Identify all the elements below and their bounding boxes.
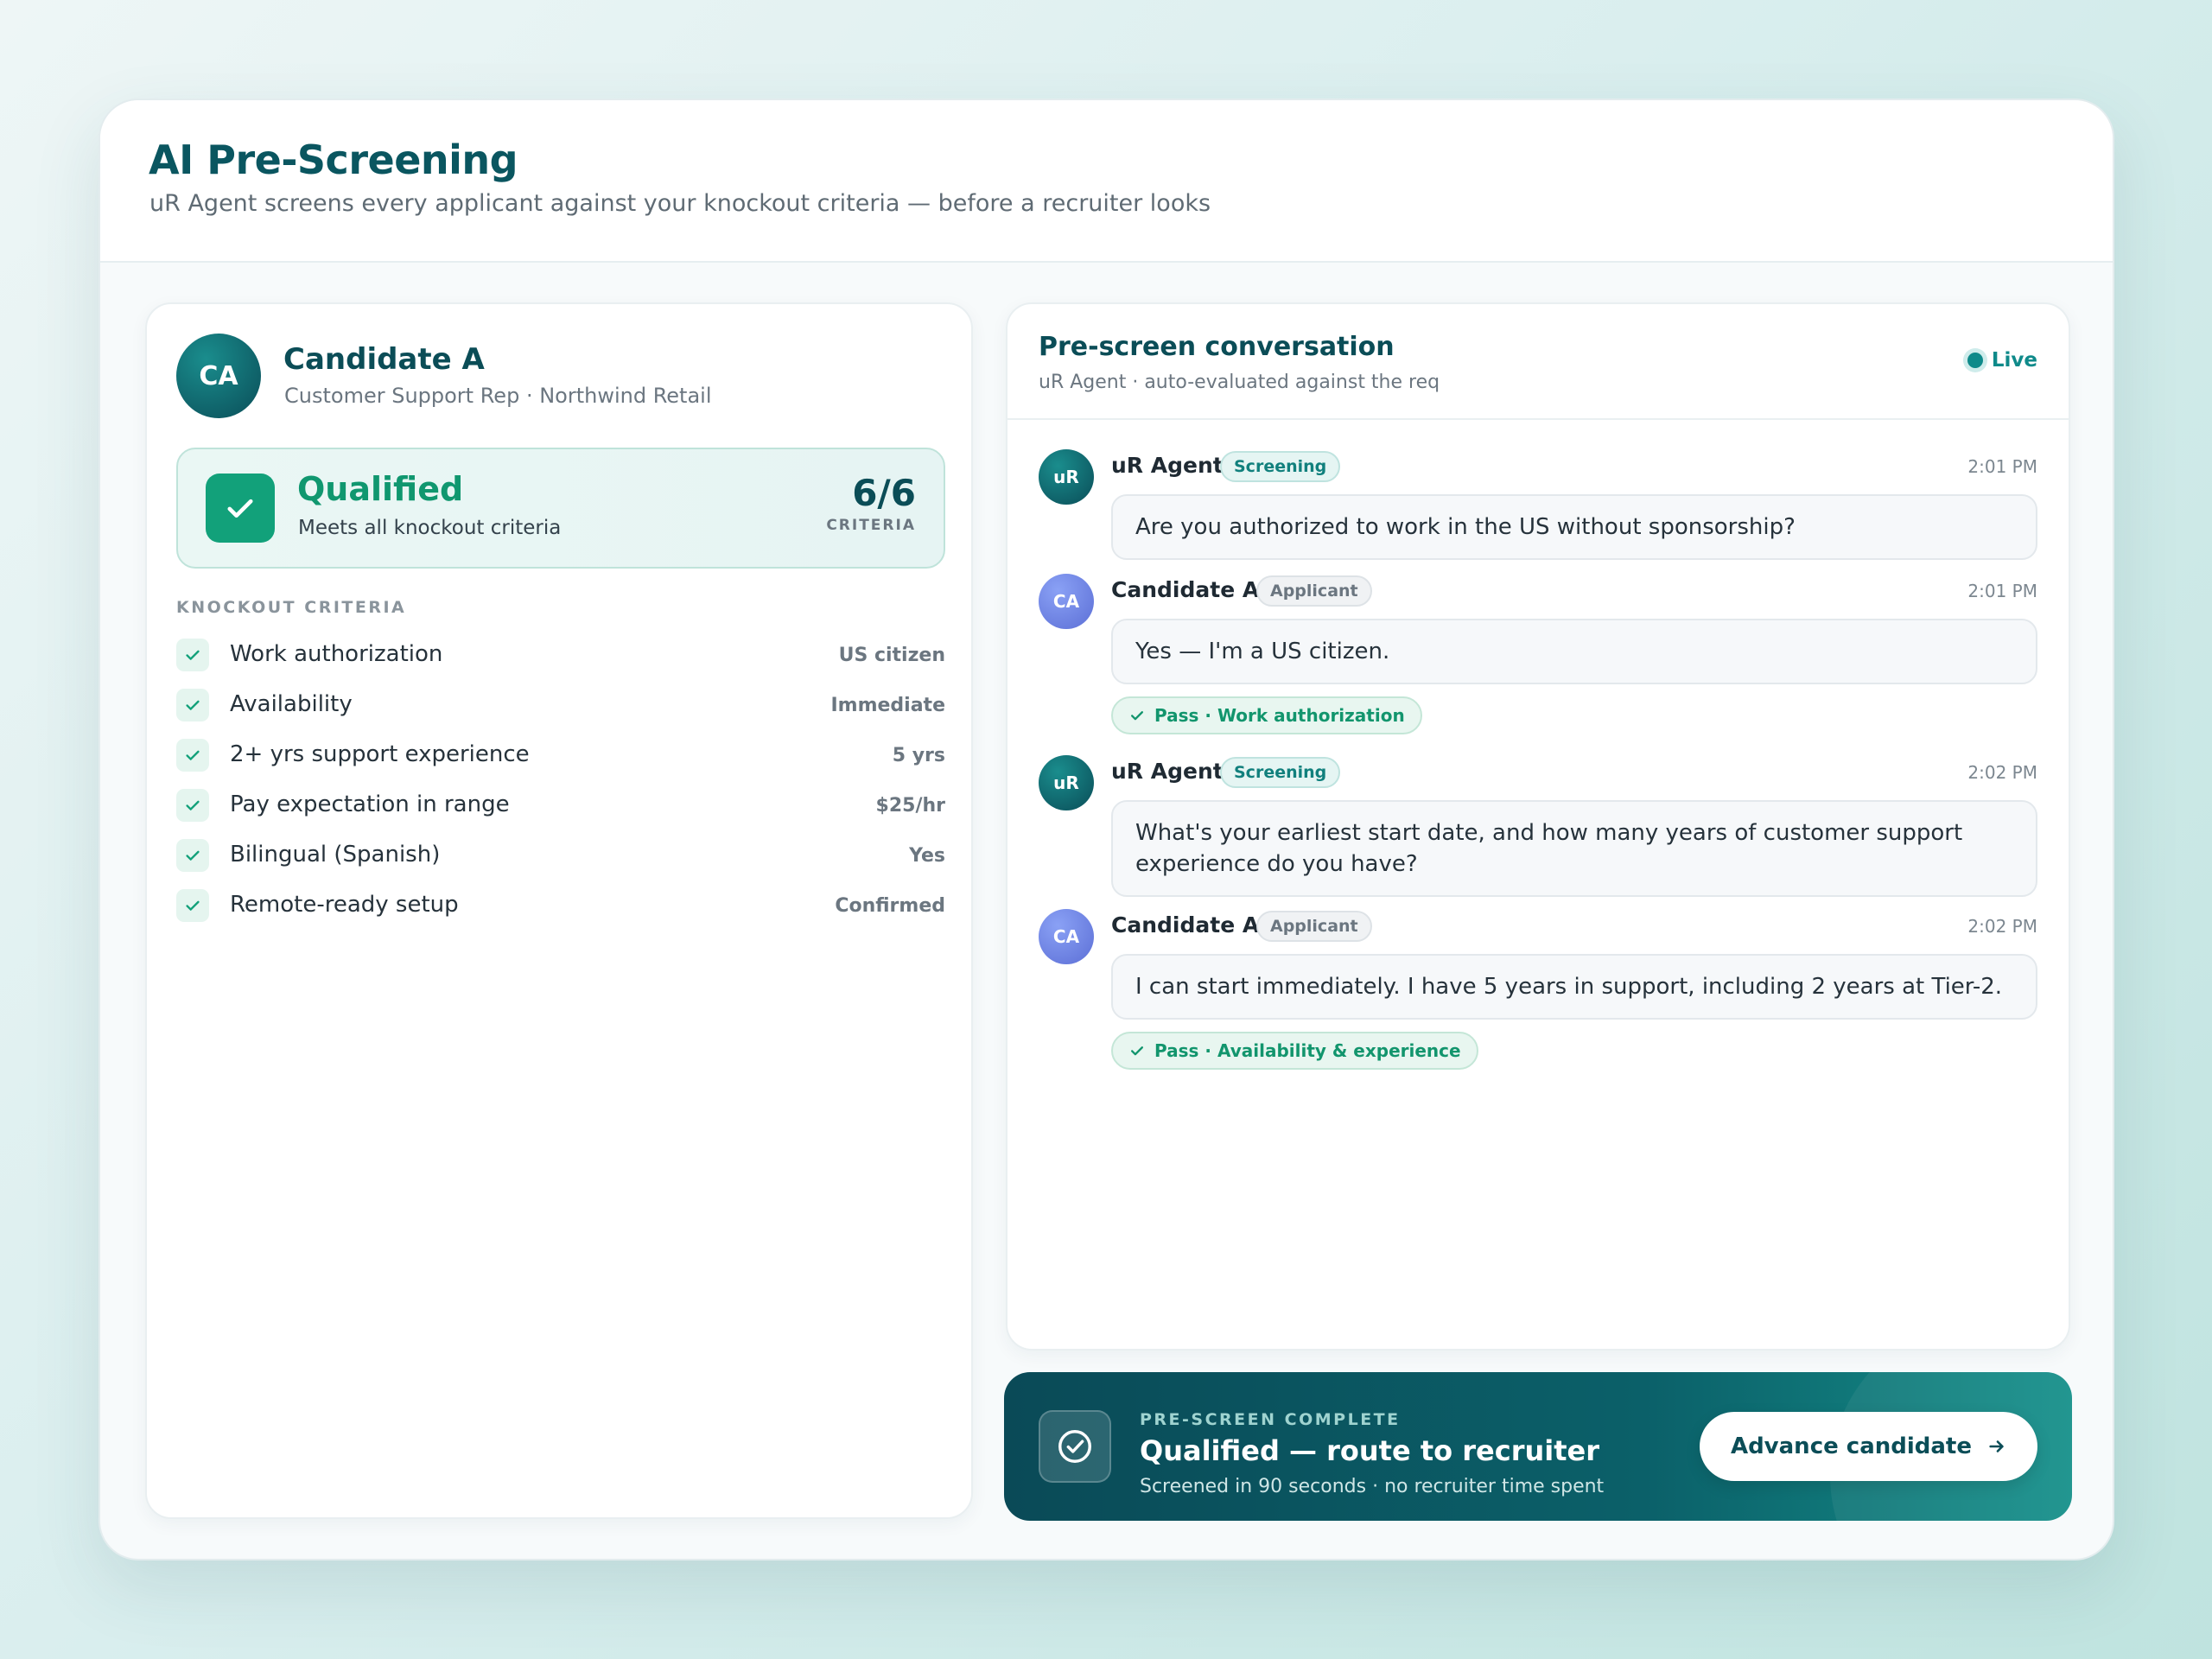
criteria-value: 5 yrs [892, 745, 945, 766]
advance-candidate-button[interactable]: Advance candidate [1699, 1412, 2037, 1481]
candidate-card: CA Candidate A Customer Support Rep · No… [145, 302, 973, 1519]
criteria-value: Confirmed [835, 895, 945, 917]
message-sender: uR Agent [1111, 759, 1224, 784]
criteria-label: Availability [230, 691, 353, 717]
conversation-header: Pre-screen conversation uR Agent · auto-… [1007, 304, 2069, 420]
criteria-row: 2+ yrs support experience 5 yrs [176, 733, 945, 783]
criteria-value: US citizen [838, 645, 945, 666]
app-frame: AI Pre-Screening uR Agent screens every … [99, 99, 2114, 1560]
check-icon [1131, 1046, 1143, 1056]
candidate-avatar: CA [1039, 574, 1094, 629]
check-icon [176, 689, 209, 721]
criteria-value: $25/hr [875, 795, 945, 817]
banner-kicker: PRE-SCREEN COMPLETE [1140, 1410, 1401, 1429]
criteria-row: Work authorization US citizen [176, 632, 945, 683]
message-time: 2:02 PM [1967, 762, 2037, 783]
arrow-right-icon [1989, 1440, 2004, 1452]
candidate-role: Customer Support Rep · Northwind Retail [284, 384, 712, 408]
pass-badge: Pass · Availability & experience [1111, 1032, 1478, 1070]
message-bubble: Are you authorized to work in the US wit… [1111, 494, 2037, 560]
message-sender: Candidate A [1111, 577, 1260, 602]
criteria-section-label: KNOCKOUT CRITERIA [176, 598, 407, 617]
candidate-name: Candidate A [283, 342, 485, 377]
live-dot-icon [1967, 353, 1983, 368]
message-tag: Applicant [1256, 911, 1372, 942]
message-tag: Screening [1220, 451, 1341, 482]
conversation-subtitle: uR Agent · auto-evaluated against the re… [1039, 372, 1440, 393]
message-bubble: What's your earliest start date, and how… [1111, 800, 2037, 897]
criteria-value: Immediate [830, 695, 945, 716]
criteria-label: Remote-ready setup [230, 892, 459, 918]
criteria-row: Bilingual (Spanish) Yes [176, 833, 945, 883]
prescreen-complete-banner: PRE-SCREEN COMPLETE Qualified — route to… [1004, 1372, 2072, 1521]
advance-button-label: Advance candidate [1730, 1433, 1972, 1459]
qualification-status: Qualified [297, 470, 464, 508]
message-sender: uR Agent [1111, 453, 1224, 478]
check-icon [176, 789, 209, 822]
pass-label: Pass · Work authorization [1154, 705, 1405, 726]
live-indicator: Live [1967, 349, 2037, 372]
banner-title: Qualified — route to recruiter [1140, 1434, 1599, 1467]
criteria-label: Work authorization [230, 641, 443, 667]
message-tag: Screening [1220, 757, 1341, 788]
check-icon [1131, 711, 1143, 721]
check-icon [176, 739, 209, 772]
check-icon [176, 889, 209, 922]
chat-message: CA Candidate A Applicant 2:02 PM I can s… [1039, 909, 2037, 1082]
criteria-row: Remote-ready setup Confirmed [176, 883, 945, 933]
message-time: 2:01 PM [1967, 456, 2037, 477]
qualification-description: Meets all knockout criteria [298, 517, 562, 539]
candidate-avatar: CA [176, 334, 261, 418]
criteria-value: Yes [909, 845, 945, 867]
check-icon [176, 839, 209, 872]
criteria-count-label: CRITERIA [826, 517, 916, 534]
live-label: Live [1991, 349, 2037, 372]
criteria-row: Pay expectation in range $25/hr [176, 783, 945, 833]
check-icon [176, 639, 209, 671]
chat-message: uR uR Agent Screening 2:01 PM Are you au… [1039, 449, 2037, 562]
message-time: 2:02 PM [1967, 916, 2037, 937]
criteria-list: Work authorization US citizen Availabili… [176, 632, 945, 933]
message-bubble: Yes — I'm a US citizen. [1111, 619, 2037, 684]
chat-message: CA Candidate A Applicant 2:01 PM Yes — I… [1039, 574, 2037, 747]
candidate-avatar: CA [1039, 909, 1094, 964]
conversation-card: Pre-screen conversation uR Agent · auto-… [1006, 302, 2070, 1351]
criteria-label: 2+ yrs support experience [230, 741, 530, 767]
agent-avatar: uR [1039, 449, 1094, 505]
criteria-label: Pay expectation in range [230, 791, 510, 817]
conversation-title: Pre-screen conversation [1039, 332, 1395, 362]
banner-subtitle: Screened in 90 seconds · no recruiter ti… [1140, 1476, 1605, 1497]
chat-message: uR uR Agent Screening 2:02 PM What's you… [1039, 755, 2037, 902]
message-sender: Candidate A [1111, 912, 1260, 938]
message-bubble: I can start immediately. I have 5 years … [1111, 954, 2037, 1020]
criteria-row: Availability Immediate [176, 683, 945, 733]
criteria-count: 6/6 [852, 472, 916, 514]
page-title: AI Pre-Screening [149, 137, 518, 183]
message-tag: Applicant [1256, 575, 1372, 607]
page-header: AI Pre-Screening uR Agent screens every … [100, 100, 2113, 263]
pass-badge: Pass · Work authorization [1111, 696, 1422, 734]
page-subtitle: uR Agent screens every applicant against… [149, 190, 1211, 217]
agent-avatar: uR [1039, 755, 1094, 810]
message-time: 2:01 PM [1967, 581, 2037, 601]
check-icon [206, 474, 275, 543]
pass-label: Pass · Availability & experience [1154, 1040, 1461, 1061]
criteria-label: Bilingual (Spanish) [230, 842, 441, 868]
check-circle-icon [1039, 1410, 1111, 1483]
qualification-summary: Qualified Meets all knockout criteria 6/… [176, 448, 945, 569]
